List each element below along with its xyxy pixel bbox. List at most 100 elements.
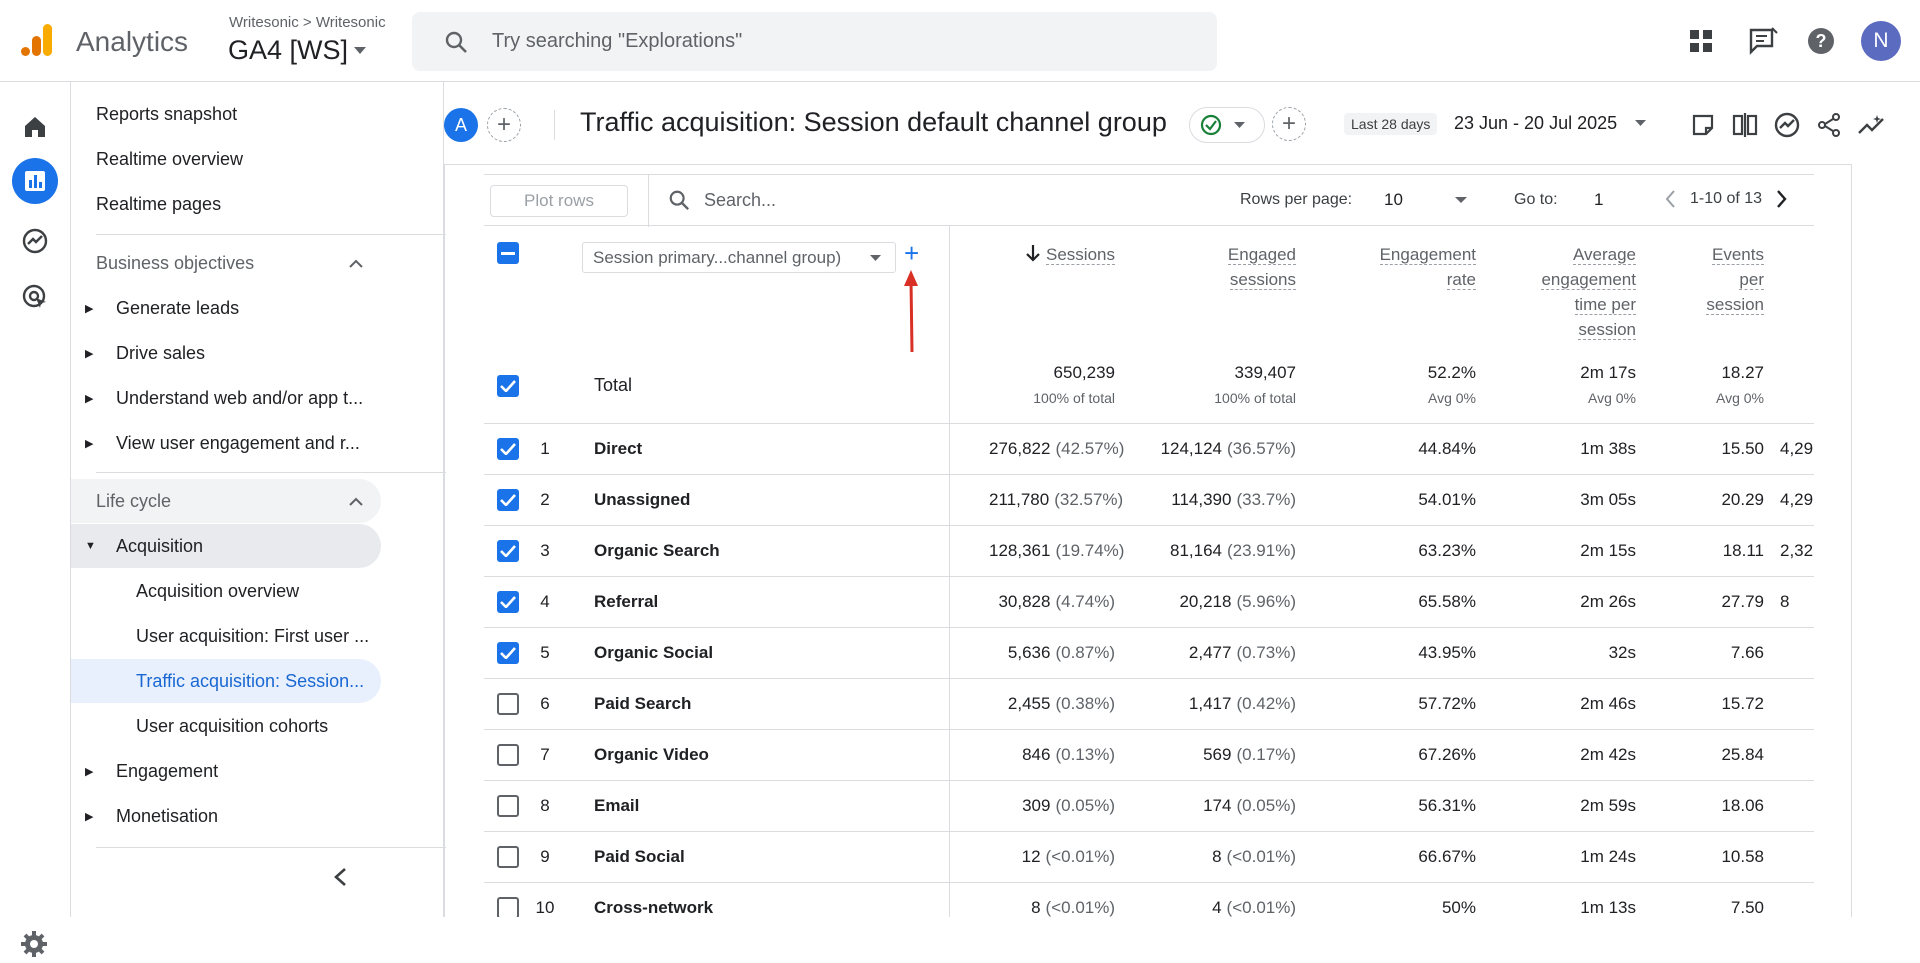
- settings-gear-icon[interactable]: [20, 930, 48, 963]
- table-row[interactable]: 9 Paid Social 12 (<0.01%) 8 (<0.01%) 66.67% 1m …: [484, 832, 1814, 883]
- cell-value: 56.31%: [1418, 796, 1476, 815]
- col-header-avg-engagement-time[interactable]: Average engagement time per session: [1484, 242, 1636, 342]
- property-selector[interactable]: GA4 [WS]: [228, 35, 367, 66]
- cell-events: 7.66: [1644, 643, 1764, 663]
- feedback-icon[interactable]: [1748, 26, 1778, 56]
- row-channel-name: Unassigned: [594, 490, 691, 509]
- nav-acquisition-overview[interactable]: Acquisition overview: [71, 569, 381, 613]
- add-comparison-button[interactable]: +: [487, 108, 521, 142]
- row-checkbox[interactable]: [497, 846, 519, 868]
- table-row[interactable]: 7 Organic Video 846 (0.13%) 569 (0.17%) 67.26%…: [484, 730, 1814, 781]
- chevron-up-icon: [349, 259, 363, 268]
- total-row-checkbox[interactable]: [497, 375, 519, 397]
- col-header-label: per: [1739, 270, 1764, 290]
- table-row[interactable]: 5 Organic Social 5,636 (0.87%) 2,477 (0.73%) 4…: [484, 628, 1814, 679]
- nav-user-acquisition-cohorts[interactable]: User acquisition cohorts: [71, 704, 381, 748]
- add-report-button[interactable]: +: [1272, 107, 1306, 141]
- cell-value: 4: [1212, 898, 1222, 917]
- row-checkbox[interactable]: [497, 642, 519, 664]
- row-checkbox[interactable]: [497, 897, 519, 917]
- nav-label: Drive sales: [116, 342, 206, 363]
- nav-generate-leads[interactable]: ▶ Generate leads: [71, 286, 381, 330]
- row-number: 4: [540, 592, 550, 611]
- share-icon[interactable]: [1813, 109, 1845, 141]
- cell-events: 10.58: [1644, 847, 1764, 867]
- table-search-input[interactable]: Search...: [668, 189, 776, 211]
- insights-icon[interactable]: [1771, 109, 1803, 141]
- table-row[interactable]: 6 Paid Search 2,455 (0.38%) 1,417 (0.42%) 57.7…: [484, 679, 1814, 730]
- cell-value: 128,361: [989, 541, 1051, 560]
- compare-icon[interactable]: [1729, 109, 1761, 141]
- rows-per-page-select[interactable]: 10: [1384, 190, 1467, 210]
- table-row[interactable]: 10 Cross-network 8 (<0.01%) 4 (<0.01%) 50% 1m 1…: [484, 883, 1814, 917]
- date-range-picker[interactable]: 23 Jun - 20 Jul 2025: [1454, 113, 1647, 134]
- nav-understand-web[interactable]: ▶ Understand web and/or app t...: [71, 376, 381, 420]
- explore-icon[interactable]: [12, 218, 58, 264]
- col-header-label: session: [1706, 295, 1764, 315]
- user-avatar[interactable]: N: [1861, 21, 1901, 61]
- nav-drive-sales[interactable]: ▶ Drive sales: [71, 331, 381, 375]
- table-row[interactable]: 2 Unassigned 211,780 (32.57%) 114,390 (33.7%)…: [484, 475, 1814, 526]
- customize-report-icon[interactable]: [1687, 109, 1719, 141]
- row-channel-name: Paid Social: [594, 847, 685, 866]
- row-checkbox[interactable]: [497, 591, 519, 613]
- plot-rows-button[interactable]: Plot rows: [490, 185, 628, 217]
- nav-reports-snapshot[interactable]: Reports snapshot: [71, 92, 381, 136]
- col-header-sessions[interactable]: Sessions: [989, 242, 1115, 267]
- col-header-engagement-rate[interactable]: Engagement rate: [1304, 242, 1476, 292]
- apps-grid-icon[interactable]: [1686, 26, 1716, 56]
- section-label: Life cycle: [96, 490, 172, 511]
- cell-percent: (36.57%): [1227, 439, 1296, 458]
- nav-traffic-acquisition[interactable]: Traffic acquisition: Session...: [71, 659, 381, 703]
- row-checkbox[interactable]: [497, 438, 519, 460]
- nav-section-business-objectives[interactable]: Business objectives: [71, 241, 381, 285]
- home-icon[interactable]: [12, 104, 58, 150]
- col-header-label: Events: [1712, 245, 1764, 265]
- check-icon: [500, 647, 516, 659]
- help-icon[interactable]: ?: [1806, 26, 1836, 56]
- collapse-nav-icon[interactable]: [333, 867, 347, 892]
- nav-view-user-engagement[interactable]: ▶ View user engagement and r...: [71, 421, 381, 465]
- table-row[interactable]: 1 Direct 276,822 (42.57%) 124,124 (36.57%) 44.…: [484, 424, 1814, 475]
- account-breadcrumb[interactable]: Writesonic > Writesonic: [229, 14, 386, 31]
- analytics-logo-icon[interactable]: [19, 22, 55, 58]
- global-search-input[interactable]: Try searching "Explorations": [412, 12, 1217, 71]
- total-sessions: 650,239: [1053, 363, 1115, 382]
- table-row[interactable]: 3 Organic Search 128,361 (19.74%) 81,164 (23.…: [484, 526, 1814, 577]
- select-all-checkbox[interactable]: [497, 242, 519, 264]
- nav-engagement[interactable]: ▶ Engagement: [71, 749, 381, 793]
- nav-realtime-overview[interactable]: Realtime overview: [71, 137, 381, 181]
- nav-monetisation[interactable]: ▶ Monetisation: [71, 794, 381, 838]
- cell-value: 211,780: [989, 490, 1050, 509]
- nav-realtime-pages[interactable]: Realtime pages: [71, 182, 381, 226]
- row-checkbox[interactable]: [497, 795, 519, 817]
- advertising-icon[interactable]: [12, 274, 58, 320]
- cell-sessions: 276,822 (42.57%): [989, 439, 1124, 459]
- row-checkbox[interactable]: [497, 489, 519, 511]
- reports-icon[interactable]: [12, 158, 58, 204]
- table-row[interactable]: 4 Referral 30,828 (4.74%) 20,218 (5.96%) 65.58…: [484, 577, 1814, 628]
- nav-user-acquisition[interactable]: User acquisition: First user ...: [71, 614, 381, 658]
- row-checkbox[interactable]: [497, 693, 519, 715]
- cell-percent: (0.38%): [1055, 694, 1115, 713]
- nav-label: Generate leads: [116, 297, 240, 318]
- row-checkbox[interactable]: [497, 540, 519, 562]
- add-dimension-button[interactable]: +: [904, 238, 919, 269]
- chevron-right-icon[interactable]: [1776, 189, 1788, 209]
- report-status-button[interactable]: [1189, 107, 1265, 143]
- cell-percent: (<0.01%): [1226, 847, 1296, 866]
- row-checkbox[interactable]: [497, 744, 519, 766]
- nav-section-life-cycle[interactable]: Life cycle: [71, 479, 381, 523]
- comparison-avatar[interactable]: A: [444, 108, 478, 142]
- goto-page-input[interactable]: 1: [1594, 190, 1603, 210]
- col-header-engaged-sessions[interactable]: Engaged sessions: [1124, 242, 1296, 292]
- trend-sparkle-icon[interactable]: [1855, 109, 1887, 141]
- chevron-left-icon[interactable]: [1664, 189, 1676, 209]
- cell-value: 57.72%: [1418, 694, 1476, 713]
- check-icon: [500, 380, 516, 392]
- dimension-select[interactable]: Session primary...channel group): [582, 242, 896, 273]
- col-header-events-per-session[interactable]: Events per session: [1644, 242, 1764, 317]
- table-row[interactable]: 8 Email 309 (0.05%) 174 (0.05%) 56.31% 2m 59s 18…: [484, 781, 1814, 832]
- nav-acquisition[interactable]: ▼ Acquisition: [71, 524, 381, 568]
- cell-percent: (23.91%): [1227, 541, 1296, 560]
